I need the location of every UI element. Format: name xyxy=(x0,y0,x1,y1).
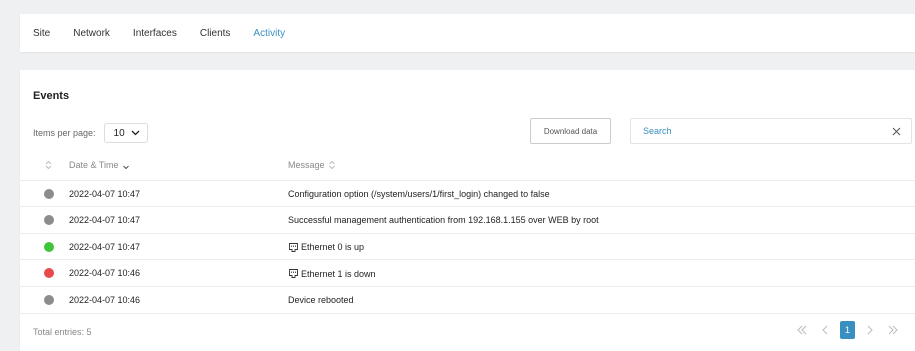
tab-network[interactable]: Network xyxy=(73,28,110,39)
message-column-label: Message xyxy=(288,160,325,170)
last-page-button[interactable] xyxy=(885,321,901,339)
panel-title: Events xyxy=(33,90,70,102)
status-dot xyxy=(44,241,54,252)
event-message: Ethernet 0 is up xyxy=(288,242,364,253)
first-page-button[interactable] xyxy=(794,321,810,339)
event-message: Device rebooted xyxy=(288,295,354,306)
chevron-right-icon xyxy=(867,325,873,335)
double-chevron-left-icon xyxy=(797,325,807,335)
status-dot xyxy=(44,268,54,279)
chevron-down-icon xyxy=(131,130,140,136)
items-per-page-select[interactable]: 10 xyxy=(103,123,148,143)
search-box xyxy=(630,118,912,144)
double-chevron-right-icon xyxy=(888,325,898,335)
table-row[interactable]: 2022-04-07 10:47 Configuration option (/… xyxy=(20,180,915,207)
event-time: 2022-04-07 10:47 xyxy=(69,189,141,199)
sort-icon xyxy=(328,160,335,170)
next-page-button[interactable] xyxy=(862,321,878,339)
events-table-body: 2022-04-07 10:47 Configuration option (/… xyxy=(20,180,915,314)
chevron-left-icon xyxy=(822,325,828,335)
table-row[interactable]: 2022-04-07 10:47 Successful management a… xyxy=(20,207,915,234)
event-time: 2022-04-07 10:46 xyxy=(69,268,141,279)
status-dot xyxy=(44,189,54,199)
tab-clients[interactable]: Clients xyxy=(200,28,231,39)
sort-icon xyxy=(45,160,52,170)
datetime-column-label: Date & Time xyxy=(69,160,119,170)
event-message: Ethernet 1 is down xyxy=(288,268,376,279)
page-number-button[interactable]: 1 xyxy=(840,321,855,339)
ethernet-port-icon xyxy=(289,242,298,252)
status-column-header[interactable] xyxy=(42,160,52,170)
event-message: Successful management authentication fro… xyxy=(288,214,599,225)
event-time: 2022-04-07 10:47 xyxy=(69,241,141,252)
sort-descending-icon xyxy=(122,165,129,170)
table-header: Date & Time Message xyxy=(20,155,915,177)
items-per-page: Items per page: 10 xyxy=(33,123,148,143)
close-icon[interactable] xyxy=(881,119,911,143)
status-dot xyxy=(44,214,54,225)
event-message: Configuration option (/system/users/1/fi… xyxy=(288,189,550,199)
download-data-button[interactable]: Download data xyxy=(530,118,611,144)
datetime-column-header[interactable]: Date & Time xyxy=(69,160,130,170)
table-row[interactable]: 2022-04-07 10:47 Ethernet 0 is up xyxy=(20,234,915,261)
event-time: 2022-04-07 10:46 xyxy=(69,295,141,306)
search-input[interactable] xyxy=(631,119,881,143)
message-column-header[interactable]: Message xyxy=(288,160,336,170)
prev-page-button[interactable] xyxy=(817,321,833,339)
table-row[interactable]: 2022-04-07 10:46 Ethernet 1 is down xyxy=(20,260,915,288)
table-row[interactable]: 2022-04-07 10:46 Device rebooted xyxy=(20,287,915,314)
event-time: 2022-04-07 10:47 xyxy=(69,214,141,225)
ethernet-port-icon xyxy=(289,269,298,279)
tab-site[interactable]: Site xyxy=(33,28,50,39)
status-dot xyxy=(44,295,54,306)
tab-interfaces[interactable]: Interfaces xyxy=(133,28,177,39)
items-per-page-label: Items per page: xyxy=(33,128,96,138)
tab-activity[interactable]: Activity xyxy=(253,28,285,39)
total-entries: Total entries: 5 xyxy=(33,327,92,337)
nav-tabs: Site Network Interfaces Clients Activity xyxy=(20,14,915,52)
events-panel: Events Items per page: 10 Download data … xyxy=(20,70,915,351)
items-per-page-value: 10 xyxy=(113,127,125,139)
pagination: 1 xyxy=(787,321,901,339)
